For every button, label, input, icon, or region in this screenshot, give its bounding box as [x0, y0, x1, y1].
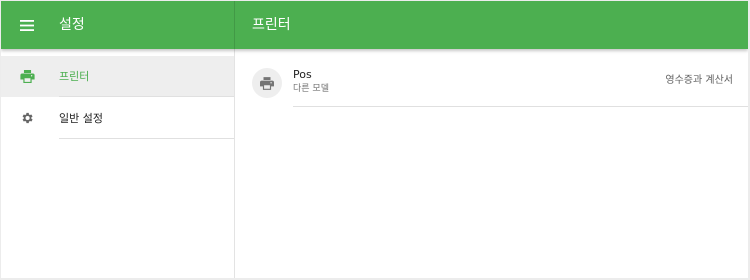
printer-icon	[260, 76, 274, 90]
printer-model: 다른 모델	[293, 84, 329, 94]
divider	[59, 138, 234, 139]
sidebar-item-label: 일반 설정	[59, 112, 103, 125]
printer-icon	[18, 67, 36, 85]
divider	[293, 106, 748, 107]
app-bar-divider	[234, 1, 235, 49]
printer-name: Pos	[293, 68, 312, 81]
sidebar-item-printers[interactable]: 프린터	[1, 56, 234, 97]
hamburger-menu-icon	[20, 19, 34, 31]
detail-title: 프린터	[252, 17, 291, 33]
printer-list-item[interactable]: Pos 다른 모델 영수증과 계산서	[235, 59, 748, 107]
sidebar-item-general-settings[interactable]: 일반 설정	[1, 98, 234, 139]
app-window: 설정 프린터 프린터 일반 설정 Pos 다른 모델 영수증과 계산서	[1, 1, 748, 278]
app-title: 설정	[59, 17, 85, 33]
sidebar: 프린터 일반 설정	[1, 49, 235, 278]
divider	[59, 96, 234, 97]
printer-type: 영수증과 계산서	[665, 75, 733, 86]
gear-icon	[18, 109, 36, 127]
sidebar-item-label: 프린터	[59, 70, 90, 83]
printer-list: Pos 다른 모델 영수증과 계산서	[235, 49, 748, 278]
menu-button[interactable]	[15, 13, 39, 37]
printer-avatar	[252, 68, 282, 98]
app-bar: 설정 프린터	[1, 1, 748, 49]
app-bar-left: 설정	[1, 1, 234, 49]
